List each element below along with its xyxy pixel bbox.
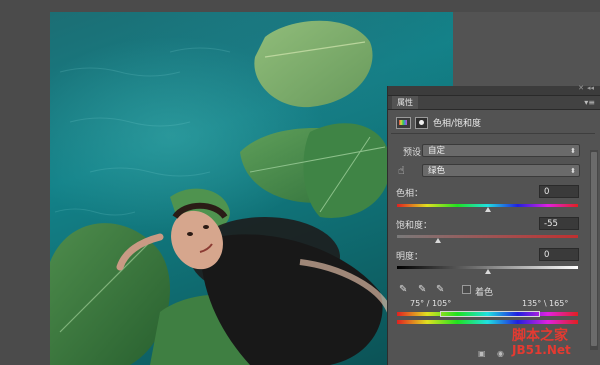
watermark-url: JB51.Net xyxy=(512,343,571,357)
hue-saturation-icon xyxy=(396,117,411,129)
watermark-logo: 脚本之家 xyxy=(512,328,568,344)
visibility-icon[interactable]: ◉ xyxy=(497,349,504,358)
saturation-slider-thumb[interactable] xyxy=(434,238,441,243)
chevron-updown-icon: ⬍ xyxy=(570,167,576,175)
hand-icon[interactable]: ☝ xyxy=(398,164,405,177)
channel-value: 绿色 xyxy=(428,166,446,176)
divider xyxy=(391,133,595,134)
lightness-input[interactable]: 0 xyxy=(539,248,579,261)
range-selector[interactable] xyxy=(440,311,540,317)
hue-label: 色相： xyxy=(396,189,424,199)
collapse-icon[interactable]: ◂◂ xyxy=(587,84,594,92)
saturation-slider-track[interactable] xyxy=(397,235,578,238)
eyedropper-minus-icon[interactable]: ✎ xyxy=(436,284,444,295)
eyedropper-icon[interactable]: ✎ xyxy=(399,284,407,295)
lightness-slider-thumb[interactable] xyxy=(484,269,491,274)
canvas-top-area xyxy=(0,0,600,12)
channel-dropdown[interactable]: 绿色 ⬍ xyxy=(422,164,580,177)
output-spectrum-bar xyxy=(397,320,578,324)
eyedropper-plus-icon[interactable]: ✎ xyxy=(418,284,426,295)
colorize-label: 着色 xyxy=(475,288,494,298)
panel-scrollbar[interactable] xyxy=(590,150,598,350)
adjustment-header: 色相/饱和度 xyxy=(396,115,576,131)
tab-properties[interactable]: 属性 xyxy=(392,96,418,109)
close-icon[interactable]: ✕ xyxy=(578,84,584,92)
colorize-checkbox[interactable] xyxy=(462,285,471,294)
layer-mask-icon[interactable] xyxy=(415,117,428,129)
preset-value: 自定 xyxy=(428,146,446,156)
menu-icon[interactable]: ▾≡ xyxy=(584,97,595,108)
hue-input[interactable]: 0 xyxy=(539,185,579,198)
canvas-left-area xyxy=(0,0,50,365)
saturation-label: 饱和度： xyxy=(396,221,433,231)
panel-header-strip[interactable]: ✕ ◂◂ xyxy=(388,84,600,96)
range-left-text: 75° / 105° xyxy=(410,299,452,308)
scrollbar-thumb[interactable] xyxy=(591,152,597,346)
hue-slider-thumb[interactable] xyxy=(484,207,491,212)
panel-tab-bar: 属性 ▾≡ xyxy=(388,96,600,110)
range-right-text: 135° \ 165° xyxy=(522,299,569,308)
preset-dropdown[interactable]: 自定 ⬍ xyxy=(422,144,580,157)
chevron-updown-icon: ⬍ xyxy=(570,147,576,155)
adjustment-title: 色相/饱和度 xyxy=(433,119,482,129)
saturation-input[interactable]: -55 xyxy=(539,217,579,230)
clip-to-layer-icon[interactable]: ▣ xyxy=(478,349,486,358)
lightness-label: 明度： xyxy=(396,252,424,262)
